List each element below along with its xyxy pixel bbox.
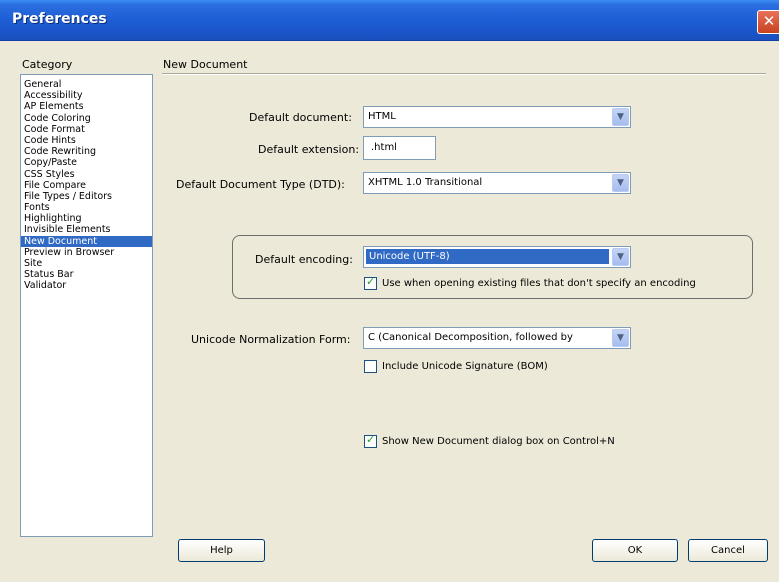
chevron-down-icon[interactable]: ▼ — [612, 248, 629, 266]
section-divider — [162, 73, 766, 75]
default-document-select[interactable]: HTML ▼ — [363, 106, 631, 128]
default-document-value: HTML — [368, 111, 396, 122]
normalization-select[interactable]: C (Canonical Decomposition, followed by … — [363, 327, 631, 349]
category-item[interactable]: Highlighting — [21, 213, 152, 224]
checkmark-icon: ✓ — [366, 433, 376, 446]
default-encoding-select[interactable]: Unicode (UTF-8) ▼ — [363, 246, 631, 268]
chevron-down-icon[interactable]: ▼ — [612, 174, 629, 192]
chevron-down-icon[interactable]: ▼ — [612, 329, 629, 347]
category-item[interactable]: Code Format — [21, 124, 152, 135]
category-label: Category — [22, 58, 73, 71]
window-title: Preferences — [12, 11, 107, 27]
default-encoding-value: Unicode (UTF-8) — [366, 249, 609, 264]
include-bom-checkbox[interactable] — [364, 360, 377, 373]
use-when-opening-label: Use when opening existing files that don… — [382, 278, 696, 289]
use-when-opening-checkbox[interactable]: ✓ — [364, 275, 377, 290]
section-title: New Document — [163, 58, 248, 71]
default-encoding-label: Default encoding: — [255, 253, 353, 266]
category-item[interactable]: Validator — [21, 280, 152, 291]
category-list[interactable]: General Accessibility AP Elements Code Colo… — [20, 74, 153, 537]
normalization-value: C (Canonical Decomposition, followed by — [368, 332, 573, 343]
show-dialog-label: Show New Document dialog box on Control+… — [382, 436, 615, 447]
category-item[interactable]: Site — [21, 258, 152, 269]
category-item[interactable]: CSS Styles — [21, 169, 152, 180]
category-item[interactable]: Code Rewriting — [21, 146, 152, 157]
normalization-label: Unicode Normalization Form: — [191, 333, 351, 346]
category-item[interactable]: File Compare — [21, 180, 152, 191]
dtd-value: XHTML 1.0 Transitional — [368, 177, 483, 188]
include-bom-label: Include Unicode Signature (BOM) — [382, 361, 548, 372]
checkmark-icon: ✓ — [366, 275, 376, 288]
show-dialog-checkbox[interactable]: ✓ — [364, 433, 377, 448]
dtd-label: Default Document Type (DTD): — [176, 178, 345, 191]
close-button[interactable]: ✕ — [757, 10, 779, 34]
category-item[interactable]: File Types / Editors — [21, 191, 152, 202]
category-item[interactable]: Code Hints — [21, 135, 152, 146]
category-item[interactable]: Accessibility — [21, 90, 152, 101]
default-extension-value: .html — [371, 142, 397, 153]
chevron-down-icon[interactable]: ▼ — [612, 108, 629, 126]
help-button[interactable]: Help — [178, 539, 265, 562]
category-item[interactable]: General — [21, 79, 152, 90]
preferences-dialog: Preferences ✕ Category General Accessibil… — [0, 0, 779, 582]
dtd-select[interactable]: XHTML 1.0 Transitional ▼ — [363, 172, 631, 194]
default-extension-label: Default extension: — [258, 143, 360, 156]
category-item[interactable]: New Document — [21, 235, 152, 247]
default-extension-input[interactable]: .html — [363, 136, 436, 160]
category-item[interactable]: AP Elements — [21, 101, 152, 112]
category-item[interactable]: Fonts — [21, 202, 152, 213]
close-icon: ✕ — [762, 12, 776, 30]
category-item[interactable]: Invisible Elements — [21, 224, 152, 235]
title-bar[interactable]: Preferences ✕ — [0, 0, 779, 41]
category-item[interactable]: Preview in Browser — [21, 247, 152, 258]
category-item[interactable]: Code Coloring — [21, 113, 152, 124]
ok-button[interactable]: OK — [592, 539, 678, 562]
category-item[interactable]: Copy/Paste — [21, 157, 152, 168]
category-item[interactable]: Status Bar — [21, 269, 152, 280]
default-document-label: Default document: — [249, 111, 352, 124]
cancel-button[interactable]: Cancel — [688, 539, 768, 562]
